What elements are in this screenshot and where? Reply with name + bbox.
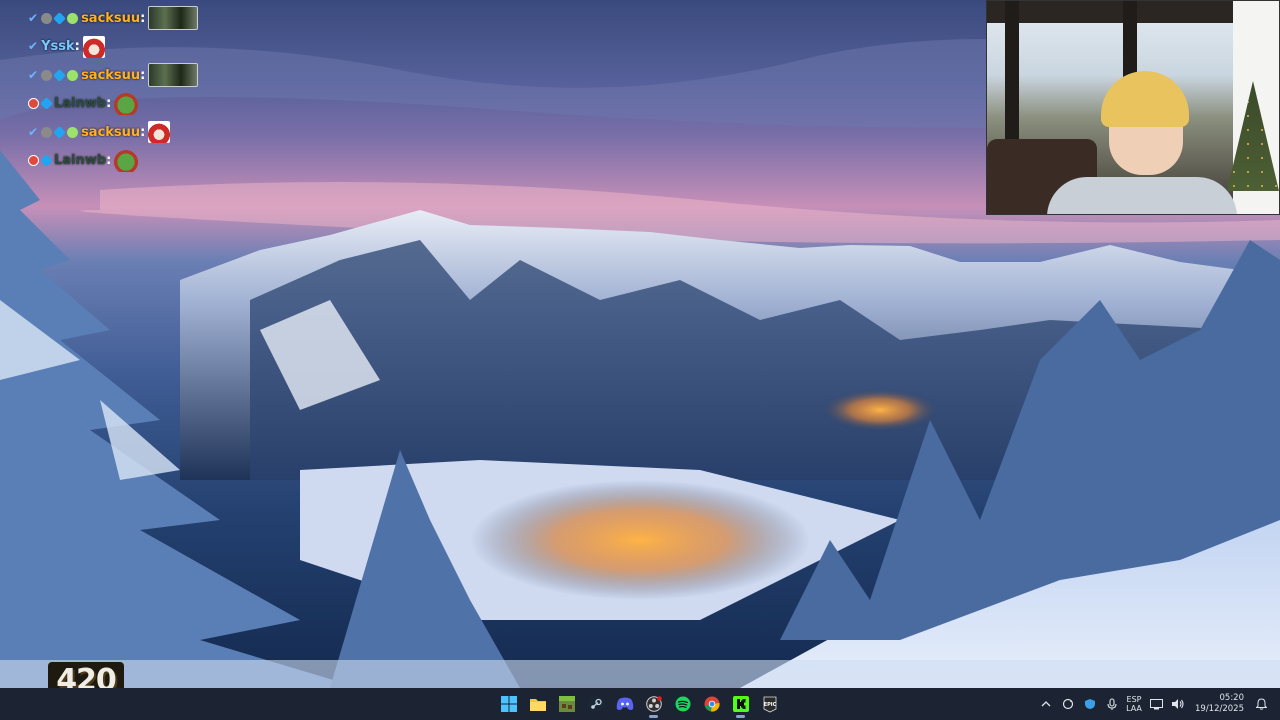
chat-username: sacksuu	[81, 10, 141, 26]
red-badge-icon	[28, 155, 39, 167]
chrome-icon[interactable]	[699, 690, 724, 718]
minecraft-icon[interactable]	[554, 690, 579, 718]
stream-chat-overlay: ✔ sacksuu: ✔ Yssk: ✔ sacksuu: Lainwb: ✔ …	[28, 4, 248, 175]
sync-icon[interactable]	[1059, 691, 1077, 717]
blue-gem-badge-icon	[40, 154, 53, 168]
language-code: ESP	[1126, 695, 1142, 704]
webcam-emote	[148, 63, 199, 88]
chat-message: ✔ sacksuu:	[28, 118, 248, 147]
santa-emote	[148, 121, 171, 144]
file-explorer-icon[interactable]	[525, 690, 550, 718]
network-icon[interactable]	[1147, 691, 1165, 717]
obs-icon[interactable]	[641, 690, 666, 718]
blue-gem-badge-icon	[53, 68, 66, 82]
chat-username: sacksuu	[81, 67, 141, 83]
security-shield-icon[interactable]	[1081, 691, 1099, 717]
clock-time: 05:20	[1219, 693, 1245, 703]
steam-icon[interactable]	[583, 690, 608, 718]
frog-emote	[114, 92, 139, 115]
checkmark-badge-icon: ✔	[28, 124, 39, 139]
chat-colon: :	[106, 153, 112, 169]
clock-date: 19/12/2025	[1195, 704, 1244, 714]
santa-emote	[82, 35, 105, 58]
chat-colon: :	[74, 39, 80, 55]
chat-message: Lainwb:	[28, 147, 248, 176]
blue-gem-badge-icon	[40, 97, 53, 111]
chat-colon: :	[140, 67, 146, 83]
spotify-icon[interactable]	[670, 690, 695, 718]
chat-message: ✔ Yssk:	[28, 33, 248, 62]
frog-emote	[114, 149, 139, 172]
svg-text:EPIC: EPIC	[763, 702, 776, 708]
green-badge-icon	[67, 126, 79, 138]
windows-start-icon[interactable]	[496, 690, 521, 718]
volume-icon[interactable]	[1169, 691, 1187, 717]
chat-message: ✔ sacksuu:	[28, 61, 248, 90]
green-badge-icon	[67, 69, 79, 81]
clock[interactable]: 05:20 19/12/2025	[1191, 691, 1248, 717]
notification-bell-icon[interactable]	[1252, 691, 1270, 717]
chevron-up-icon[interactable]	[1037, 691, 1055, 717]
chat-colon: :	[140, 124, 146, 140]
webcam-emote	[148, 6, 199, 31]
window-pillar	[1005, 1, 1019, 151]
grey-badge-icon	[41, 126, 53, 138]
chat-colon: :	[140, 10, 146, 26]
taskbar: EPIC ESP LAA 05:20 19/12/2025	[0, 688, 1280, 720]
chat-username: Lainwb	[54, 153, 107, 169]
chat-username: Yssk	[41, 39, 75, 55]
discord-icon[interactable]	[612, 690, 637, 718]
chat-colon: :	[106, 96, 112, 112]
system-tray: ESP LAA 05:20 19/12/2025	[1037, 688, 1280, 720]
streamer-beanie	[1101, 71, 1189, 127]
streamer-body	[1047, 177, 1237, 214]
chat-username: Lainwb	[54, 96, 107, 112]
grey-badge-icon	[41, 69, 53, 81]
green-badge-icon	[67, 12, 79, 24]
taskbar-apps: EPIC	[496, 688, 782, 720]
epic-games-icon[interactable]: EPIC	[757, 690, 782, 718]
chat-message: ✔ sacksuu:	[28, 4, 248, 33]
red-badge-icon	[28, 98, 39, 110]
blue-gem-badge-icon	[53, 11, 66, 25]
grey-badge-icon	[41, 12, 53, 24]
checkmark-badge-icon: ✔	[28, 67, 39, 82]
webcam-overlay	[986, 0, 1280, 215]
chat-username: sacksuu	[81, 124, 141, 140]
kick-icon[interactable]	[728, 690, 753, 718]
checkmark-badge-icon: ✔	[28, 39, 39, 54]
microphone-icon[interactable]	[1103, 691, 1121, 717]
checkmark-badge-icon: ✔	[28, 10, 39, 25]
chat-message: Lainwb:	[28, 90, 248, 119]
blue-gem-badge-icon	[53, 125, 66, 139]
language-indicator[interactable]: ESP LAA	[1125, 691, 1143, 717]
keyboard-layout: LAA	[1126, 704, 1142, 713]
